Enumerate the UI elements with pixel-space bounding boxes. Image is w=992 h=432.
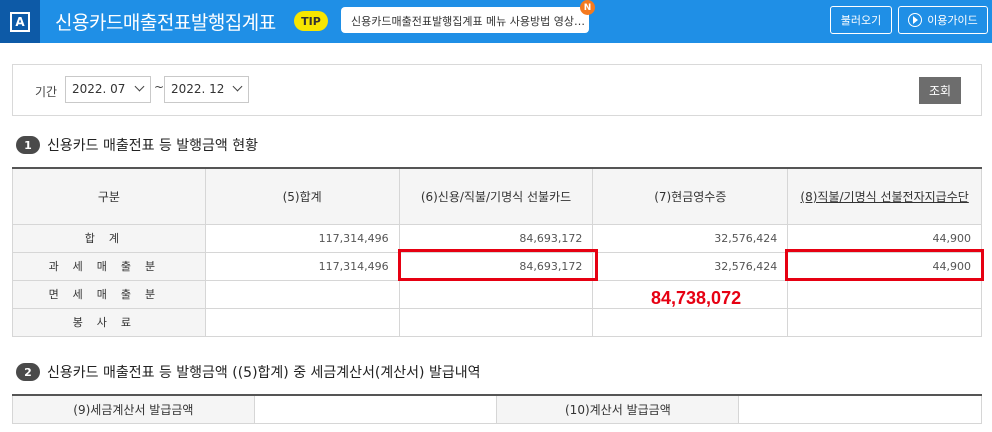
row-label: 합계 [12, 223, 206, 253]
logo-icon: A [10, 11, 30, 32]
card-input[interactable] [398, 307, 594, 337]
cash-receipt-input[interactable]: 32,576,424 [592, 251, 789, 281]
prepaid-input[interactable] [787, 279, 982, 309]
row-label: 면세매출분 [12, 279, 206, 309]
table-header-row: 구분 (5)합계 (6)신용/직불/기명식 선불카드 (7)현금영수증 (8)직… [12, 167, 982, 225]
column-header: (6)신용/직불/기명식 선불카드 [398, 167, 594, 225]
tax-invoice-label: (9)세금계산서 발급금액 [12, 394, 255, 424]
column-header: (7)현금영수증 [592, 167, 789, 225]
guide-button-label: 이용가이드 [927, 14, 978, 27]
highlight-box-prepaid [785, 249, 984, 281]
cash-receipt-cell: 32,576,424 [592, 223, 789, 253]
chevron-down-icon [232, 81, 243, 92]
column-header: (5)합계 [204, 167, 400, 225]
search-panel: 기간 2022. 07 ~ 2022. 12 조회 [12, 64, 982, 116]
load-button[interactable]: 불러오기 [830, 6, 892, 34]
section-title: 신용카드 매출전표 등 발행금액 현황 [47, 138, 258, 154]
total-cell [204, 307, 400, 337]
prepaid-input[interactable] [787, 307, 982, 337]
chevron-down-icon [134, 81, 145, 92]
cash-receipt-input[interactable] [592, 307, 789, 337]
period-label: 기간 [35, 85, 58, 99]
section-1-header: 1 신용카드 매출전표 등 발행금액 현황 [16, 135, 258, 155]
section-number-badge: 1 [16, 136, 40, 154]
play-icon [908, 13, 923, 27]
table-row: 합계 117,314,496 84,693,172 32,576,424 44,… [12, 223, 982, 253]
invoice-label: (10)계산서 발급금액 [496, 394, 740, 424]
period-from-select[interactable]: 2022. 07 [65, 76, 151, 103]
tax-invoice-table: (9)세금계산서 발급금액 (10)계산서 발급금액 [12, 394, 982, 424]
column-header: 구분 [12, 167, 206, 225]
highlight-box-card [398, 249, 598, 281]
row-label: 봉사료 [12, 307, 206, 337]
row-label: 과세매출분 [12, 251, 206, 281]
card-input[interactable] [398, 279, 594, 309]
section-title: 신용카드 매출전표 등 발행금액 ((5)합계) 중 세금계산서(계산서) 발급… [47, 365, 481, 381]
period-from-value: 2022. 07 [72, 82, 126, 96]
period-separator: ~ [154, 80, 165, 94]
tip-link[interactable]: 신용카드매출전표발행집계표 메뉴 사용방법 영상… [341, 7, 589, 33]
total-cell: 117,314,496 [204, 251, 400, 281]
invoice-input[interactable] [738, 394, 982, 424]
card-cell: 84,693,172 [398, 223, 594, 253]
load-button-label: 불러오기 [840, 14, 882, 27]
column-header-label: (8)직불/기명식 선불전자지급수단 [800, 189, 969, 204]
page-title: 신용카드매출전표발행집계표 [55, 12, 276, 34]
period-to-select[interactable]: 2022. 12 [164, 76, 249, 103]
search-button[interactable]: 조회 [919, 77, 961, 104]
period-to-value: 2022. 12 [171, 82, 225, 96]
section-number-badge: 2 [16, 363, 40, 381]
prepaid-cell: 44,900 [787, 223, 982, 253]
table-row: 봉사료 [12, 307, 982, 337]
tip-badge[interactable]: TIP [294, 11, 328, 31]
total-cell [204, 279, 400, 309]
tax-invoice-input[interactable] [253, 394, 498, 424]
new-badge: N [580, 0, 595, 15]
table-row: (9)세금계산서 발급금액 (10)계산서 발급금액 [12, 394, 982, 424]
sum-annotation: 84,738,072 [651, 288, 742, 308]
column-header-link[interactable]: (8)직불/기명식 선불전자지급수단 [787, 167, 982, 225]
table-row: 면세매출분 [12, 279, 982, 309]
top-header-bar: A 신용카드매출전표발행집계표 TIP 신용카드매출전표발행집계표 메뉴 사용방… [0, 0, 992, 43]
logo[interactable]: A [0, 0, 40, 43]
total-cell: 117,314,496 [204, 223, 400, 253]
section-2-header: 2 신용카드 매출전표 등 발행금액 ((5)합계) 중 세금계산서(계산서) … [16, 362, 480, 382]
guide-button[interactable]: 이용가이드 [898, 6, 988, 34]
